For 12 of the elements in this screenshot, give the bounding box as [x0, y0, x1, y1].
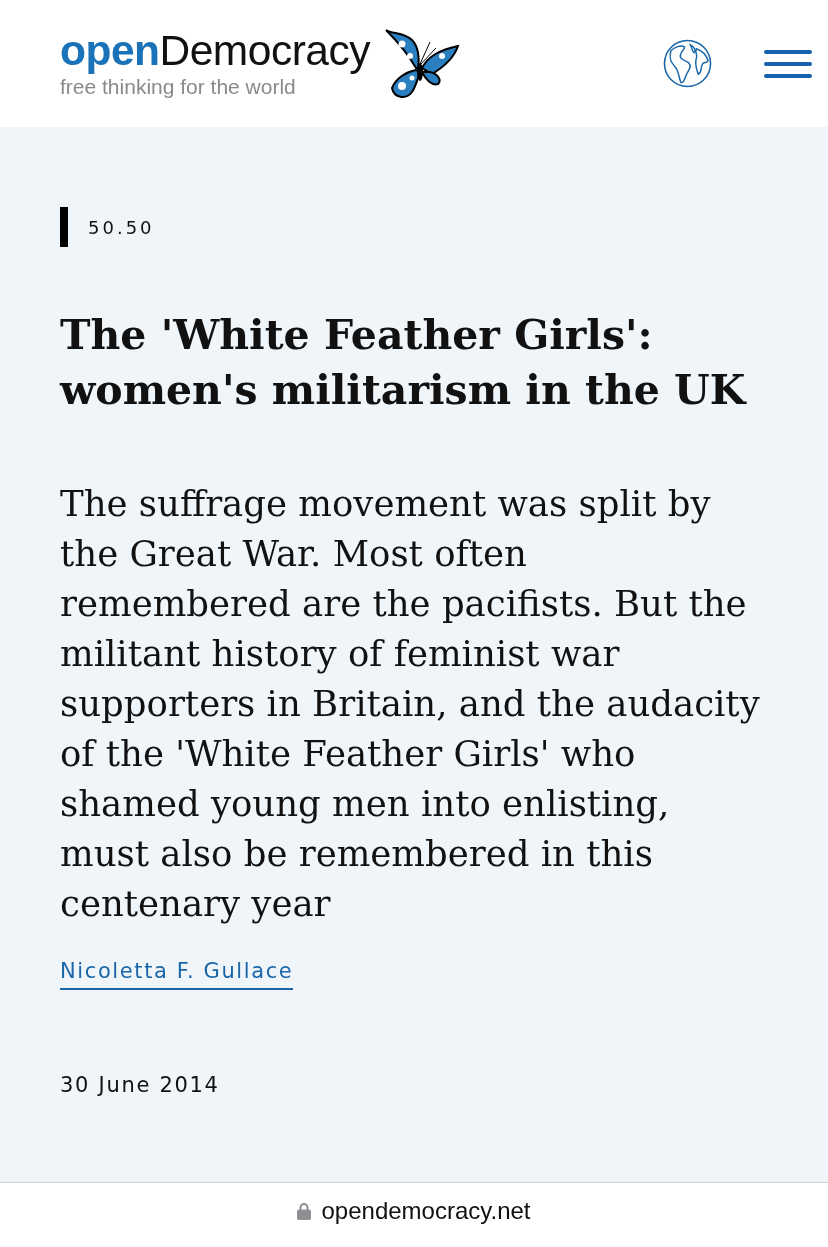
article-title: The 'White Feather Girls': women's militarism in the UK [60, 310, 748, 416]
logo-wordmark[interactable]: openDemocracy [60, 28, 370, 73]
publish-date: 30 June 2014 [60, 1072, 221, 1098]
section-label[interactable]: 50.50 [88, 216, 155, 238]
address-url[interactable]: opendemocracy.net [321, 1197, 531, 1225]
lock-icon [297, 1202, 312, 1220]
menu-icon[interactable] [764, 49, 812, 78]
globe-icon[interactable] [663, 39, 712, 88]
section-marker [60, 207, 68, 247]
author-link[interactable]: Nicoletta F. Gullace [60, 957, 294, 990]
article-standfirst: The suffrage movement was split by the Great War. Most often remembered are the pacifists. But the militant history of feminist war supporters in Britain, and the audacity of the 'White Feather Girls' who shamed young men into enlisting, must also be remembered in this centenary year [60, 482, 761, 926]
logo-tagline: free thinking for the world [60, 74, 297, 99]
